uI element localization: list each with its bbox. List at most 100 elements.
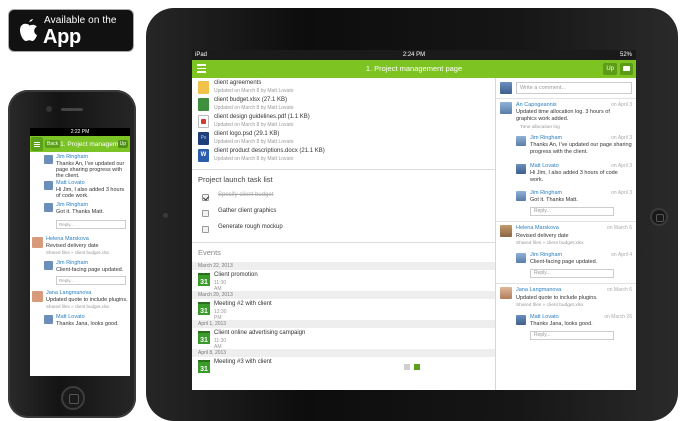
comment-text: Updated time allocation log. 3 hours of … bbox=[516, 109, 610, 122]
up-button[interactable]: Up bbox=[603, 63, 617, 75]
comment-author[interactable]: Matt Lovato bbox=[56, 180, 85, 186]
comment-date: on April 3 bbox=[611, 163, 632, 169]
iphone-nav-bar: Back 1. Project managem... Up bbox=[30, 136, 130, 152]
reply-input[interactable]: Reply... bbox=[530, 207, 614, 216]
avatar bbox=[516, 136, 526, 146]
back-button[interactable]: Back bbox=[45, 140, 61, 148]
task-checkbox[interactable] bbox=[202, 226, 209, 233]
task-checkbox[interactable] bbox=[202, 210, 209, 217]
comment-input[interactable]: Write a comment... bbox=[516, 82, 632, 94]
iphone-screen: 2:22 PM Back 1. Project managem... Up Ji… bbox=[30, 128, 130, 376]
comment-text: Hi Jim, I also added 3 hours of code wor… bbox=[530, 170, 618, 183]
page-indicator-dot[interactable] bbox=[404, 364, 410, 370]
comment-meta[interactable]: Time allocation log bbox=[520, 125, 560, 130]
events-title: Events bbox=[198, 248, 221, 257]
task-label: Gather client graphics bbox=[218, 208, 277, 214]
event-date: April 1, 2013 bbox=[192, 320, 495, 328]
file-meta: Updated on March 8 by Matt Lovato bbox=[214, 105, 294, 111]
comment-date: on April 3 bbox=[611, 135, 632, 141]
task-checkbox[interactable] bbox=[202, 194, 209, 201]
comment-date: on March 6 bbox=[606, 225, 632, 231]
comment-author[interactable]: Helena Marskova bbox=[46, 236, 89, 242]
avatar bbox=[44, 261, 53, 270]
status-time: 2:24 PM bbox=[402, 52, 426, 58]
comment-text: Thanks An, I've updated our page sharing… bbox=[530, 142, 632, 155]
comment-author[interactable]: Jim Ringham bbox=[530, 135, 562, 141]
comment-author[interactable]: Jim Ringham bbox=[530, 252, 562, 258]
divider bbox=[192, 242, 495, 243]
comment-meta[interactable]: Shared files » client budget.xlsx bbox=[516, 303, 583, 308]
file-meta: Updated on March 8 by Matt Lovato bbox=[214, 122, 294, 128]
file-name: client product descriptions.docx (21.1 K… bbox=[214, 148, 325, 154]
status-bar: iPad 2:24 PM 52% bbox=[192, 50, 636, 60]
avatar bbox=[500, 102, 512, 114]
reply-input[interactable]: Reply... bbox=[530, 331, 614, 340]
comment-text: Revised delivery date bbox=[516, 233, 569, 239]
file-name: client budget.xlsx (27.1 KB) bbox=[214, 97, 288, 103]
avatar bbox=[516, 253, 526, 263]
iphone-status-bar: 2:22 PM bbox=[30, 128, 130, 136]
calendar-icon: 31 bbox=[198, 331, 210, 344]
ipad-home-button[interactable] bbox=[650, 208, 668, 226]
divider bbox=[496, 98, 636, 99]
chat-icon[interactable] bbox=[620, 63, 633, 75]
comment-text: Hi Jim, I also added 3 hours of code wor… bbox=[56, 187, 125, 199]
file-meta: Updated on March 8 by Matt Lovato bbox=[214, 88, 294, 94]
comment-author[interactable]: Jana Langmanova bbox=[46, 290, 91, 296]
reply-input[interactable]: Reply... bbox=[530, 269, 614, 278]
iphone-camera bbox=[46, 106, 52, 112]
divider bbox=[192, 169, 495, 170]
app-store-badge[interactable]: Available on the App Store bbox=[8, 9, 134, 71]
battery-level: 52% bbox=[619, 52, 632, 58]
comment-text: Got it. Thanks Matt. bbox=[56, 209, 104, 215]
comment-meta[interactable]: Shared files » client budget.xlsx bbox=[516, 241, 583, 246]
ipad-device: iPad 2:24 PM 52% 1. Project management p… bbox=[146, 8, 678, 421]
comment-date: on April 3 bbox=[611, 190, 632, 196]
reply-input[interactable]: Reply... bbox=[56, 276, 126, 285]
avatar bbox=[500, 82, 512, 94]
file-name: client agreements bbox=[214, 80, 262, 86]
page-indicator-dot-active[interactable] bbox=[414, 364, 420, 370]
reply-input[interactable]: Reply... bbox=[56, 220, 126, 229]
avatar bbox=[516, 164, 526, 174]
apple-logo-icon bbox=[20, 19, 37, 41]
badge-small-text: Available on the bbox=[44, 15, 117, 26]
avatar bbox=[500, 287, 512, 299]
comment-author[interactable]: Matt Lovato bbox=[530, 163, 559, 169]
comment-author[interactable]: An Capogeannis bbox=[516, 102, 557, 108]
comment-meta: Shared files » client budget.xlsx bbox=[46, 304, 110, 309]
tasklist-title: Project launch task list bbox=[198, 175, 273, 184]
calendar-icon: 31 bbox=[198, 360, 210, 373]
comment-author[interactable]: Jana Langmanova bbox=[516, 287, 561, 293]
avatar bbox=[516, 191, 526, 201]
comment-text: Thanks An, I've updated our page sharing… bbox=[56, 161, 125, 179]
menu-icon[interactable] bbox=[31, 137, 43, 151]
iphone-device: 2:22 PM Back 1. Project managem... Up Ji… bbox=[8, 90, 136, 418]
comment-date: on March 6 bbox=[606, 287, 632, 293]
task-label: Specify client budget bbox=[218, 192, 274, 198]
comment-text: Thanks Jana, looks good. bbox=[530, 321, 593, 327]
comment-text: Revised delivery date bbox=[46, 243, 99, 249]
comment-date: on March 26 bbox=[604, 314, 632, 320]
comment-meta: Shared files » client budget.xlsx bbox=[46, 250, 110, 255]
comment-author[interactable]: Jim Ringham bbox=[56, 202, 88, 208]
page-title: 1. Project management page bbox=[365, 64, 463, 73]
file-meta: Updated on March 8 by Matt Lovato bbox=[214, 139, 294, 145]
divider bbox=[496, 283, 636, 284]
comment-text: Updated quote to include plugins. bbox=[46, 297, 128, 303]
nav-bar: 1. Project management page Up bbox=[192, 60, 636, 78]
up-button[interactable]: Up bbox=[117, 140, 128, 148]
comment-author[interactable]: Matt Lovato bbox=[530, 314, 559, 320]
comment-author[interactable]: Helena Marskova bbox=[516, 225, 559, 231]
event-name: Meeting #3 with client bbox=[214, 359, 272, 365]
event-name: Meeting #2 with client bbox=[214, 301, 272, 307]
comment-author[interactable]: Jim Ringham bbox=[56, 260, 88, 266]
comment-author[interactable]: Jim Ringham bbox=[530, 190, 562, 196]
iphone-home-button[interactable] bbox=[61, 386, 85, 410]
comment-text: Got it. Thanks Matt. bbox=[530, 197, 578, 203]
file-name: client design guidelines.pdf (1.1 KB) bbox=[214, 114, 310, 120]
comment-text: Updated quote to include plugins. bbox=[516, 295, 598, 301]
comment-author[interactable]: Jim Ringham bbox=[56, 154, 88, 160]
comment-author[interactable]: Matt Lovato bbox=[56, 314, 85, 320]
avatar bbox=[44, 155, 53, 164]
